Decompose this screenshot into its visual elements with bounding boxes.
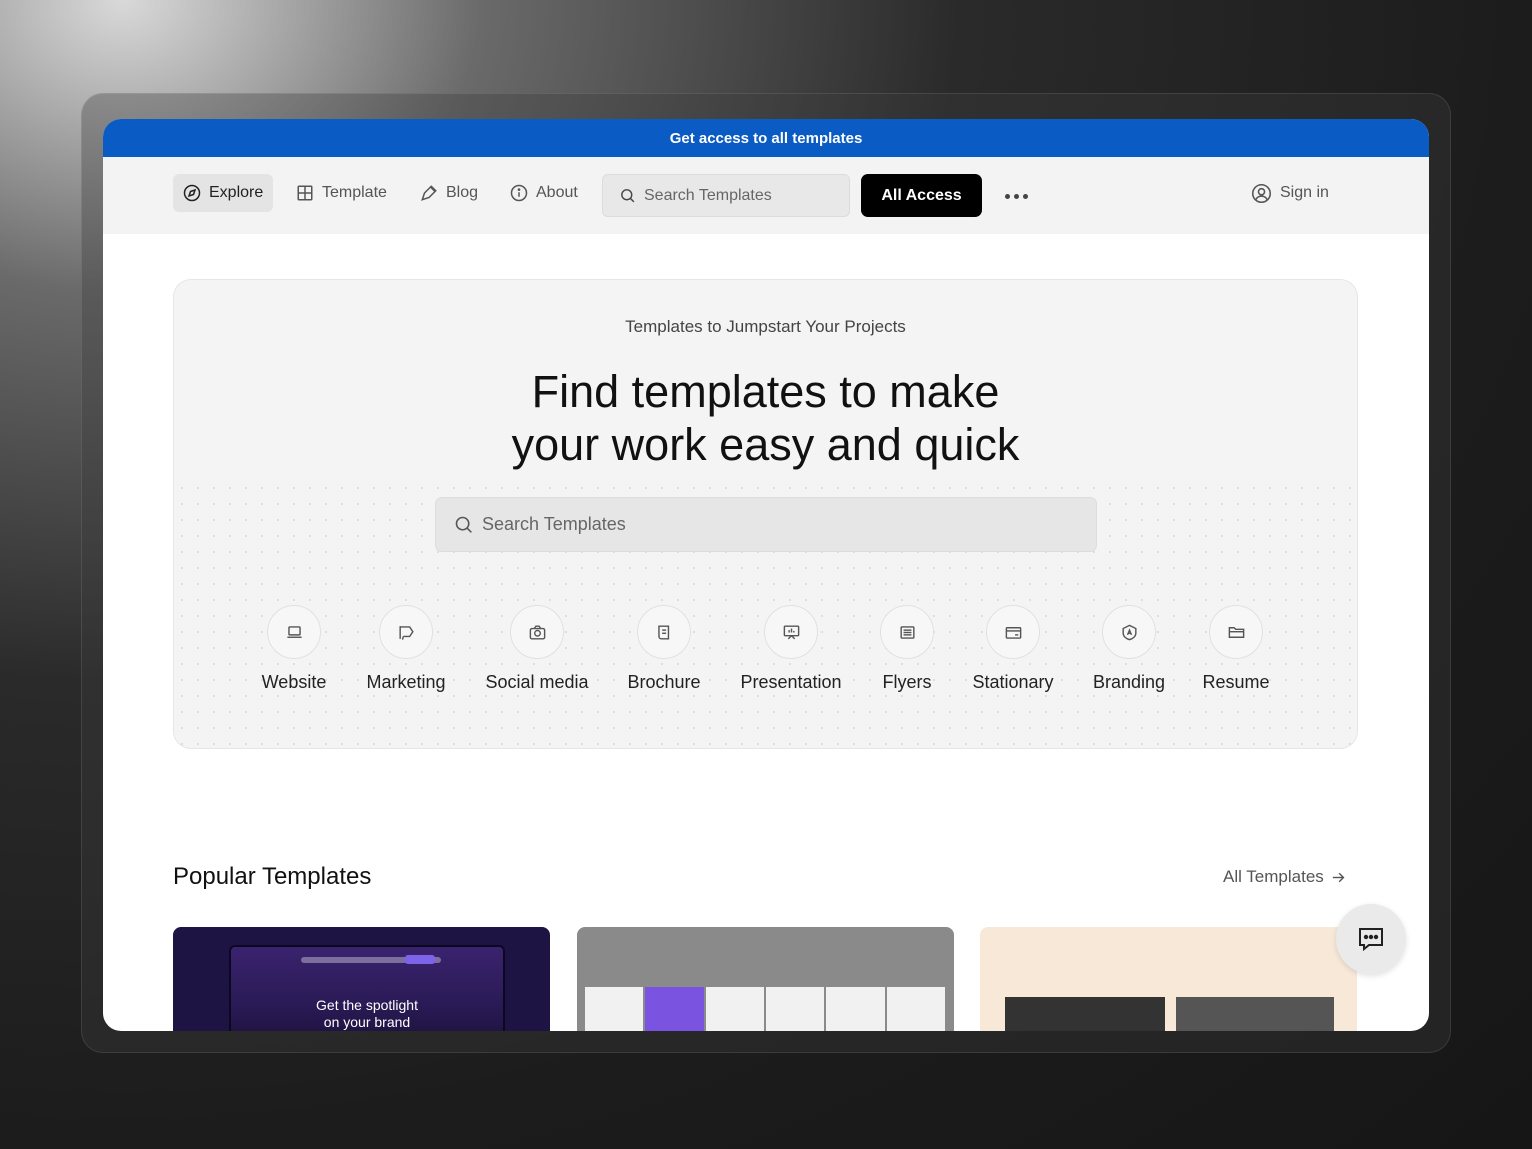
- grid-icon: [297, 185, 313, 201]
- nav-item-blog[interactable]: Blog: [410, 174, 488, 212]
- hero-search-input[interactable]: Search Templates: [435, 497, 1097, 552]
- hero-title-line-1: Find templates to make: [531, 366, 1000, 417]
- category-marketing[interactable]: Marketing: [346, 605, 466, 693]
- chat-button[interactable]: [1336, 904, 1406, 974]
- nav-item-label: Explore: [209, 184, 264, 201]
- popular-templates-heading: Popular Templates: [173, 863, 372, 890]
- more-dots-icon[interactable]: [1001, 181, 1031, 211]
- category-label: Resume: [1202, 672, 1270, 692]
- nav-item-explore[interactable]: Explore: [173, 174, 274, 212]
- sign-in-label: Sign in: [1280, 184, 1329, 201]
- category-label: Flyers: [882, 672, 932, 692]
- category-flyers[interactable]: Flyers: [847, 605, 967, 693]
- category-stationary[interactable]: Stationary: [953, 605, 1073, 693]
- category-brochure[interactable]: Brochure: [604, 605, 724, 693]
- nav-item-label: About: [536, 184, 578, 201]
- category-label: Brochure: [627, 672, 701, 692]
- brochure-icon: [657, 624, 669, 640]
- pen-icon: [421, 185, 437, 201]
- chat-icon: [1359, 928, 1383, 952]
- template-card[interactable]: [980, 927, 1357, 1031]
- top-nav: Explore Template Blog About Search Templ…: [103, 157, 1429, 234]
- megaphone-icon: [398, 625, 414, 640]
- sign-in-button[interactable]: Sign in: [1251, 174, 1329, 212]
- promo-banner[interactable]: Get access to all templates: [103, 119, 1429, 157]
- promo-text[interactable]: Get access to all templates: [670, 130, 863, 147]
- template-preview: [585, 987, 945, 1031]
- hero-subtitle: Templates to Jumpstart Your Projects: [625, 317, 906, 336]
- template-preview-headline: Get the spotlight on your brand: [316, 997, 418, 1030]
- nav-search-input[interactable]: Search Templates: [602, 174, 850, 217]
- category-label: Marketing: [366, 672, 446, 692]
- hero-title-line-2: your work easy and quick: [511, 419, 1020, 470]
- nav-item-label: Template: [322, 184, 387, 201]
- all-templates-label: All Templates: [1223, 867, 1324, 886]
- folder-icon: [1228, 626, 1244, 638]
- laptop-icon: [286, 625, 302, 638]
- card-icon: [1005, 626, 1021, 639]
- category-resume[interactable]: Resume: [1176, 605, 1296, 693]
- template-preview: [1005, 997, 1165, 1031]
- badge-icon: [1121, 624, 1137, 640]
- category-label: Stationary: [972, 672, 1054, 692]
- all-access-button[interactable]: All Access: [861, 174, 982, 217]
- user-circle-icon: [1251, 183, 1272, 203]
- flyer-icon: [899, 625, 915, 639]
- template-card[interactable]: Get the spotlight on your brand: [173, 927, 550, 1031]
- hero-title: Find templates to make your work easy an…: [174, 365, 1357, 471]
- presentation-icon: [783, 624, 799, 639]
- nav-item-template[interactable]: Template: [286, 174, 397, 212]
- hero-section: Templates to Jumpstart Your Projects Fin…: [173, 279, 1358, 749]
- all-templates-link[interactable]: All Templates: [1223, 867, 1347, 887]
- category-social-media[interactable]: Social media: [477, 605, 597, 693]
- browser-window: Get access to all templates Explore Temp…: [103, 119, 1429, 1031]
- search-icon: [621, 189, 635, 203]
- nav-item-about[interactable]: About: [500, 174, 588, 212]
- compass-icon: [183, 184, 201, 202]
- template-preview: Get the spotlight on your brand: [229, 945, 505, 1031]
- template-card[interactable]: [577, 927, 954, 1031]
- category-label: Website: [261, 672, 327, 692]
- camera-icon: [529, 624, 545, 640]
- category-label: Presentation: [740, 672, 842, 692]
- category-presentation[interactable]: Presentation: [731, 605, 851, 693]
- search-icon: [455, 516, 472, 533]
- template-preview: [1176, 997, 1334, 1031]
- category-label: Social media: [485, 672, 589, 692]
- nav-search-placeholder: Search Templates: [644, 186, 772, 204]
- nav-item-label: Blog: [446, 184, 479, 201]
- arrow-right-icon: [1332, 872, 1345, 882]
- category-website[interactable]: Website: [234, 605, 354, 693]
- category-branding[interactable]: Branding: [1069, 605, 1189, 693]
- category-label: Branding: [1092, 672, 1166, 692]
- info-icon: [510, 184, 528, 202]
- hero-search-placeholder: Search Templates: [482, 514, 626, 534]
